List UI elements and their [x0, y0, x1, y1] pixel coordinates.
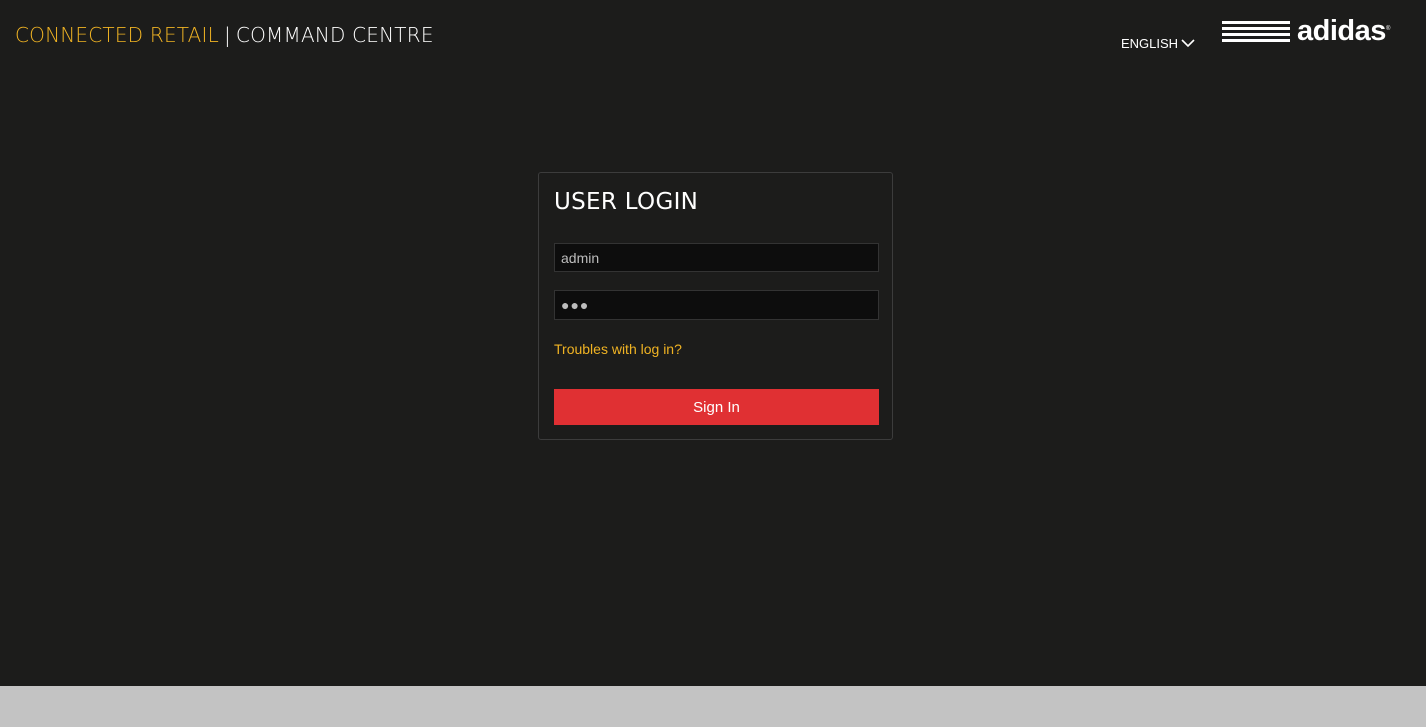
app-title-separator: |: [223, 23, 231, 47]
registered-mark: ®: [1385, 26, 1390, 32]
login-panel: USER LOGIN Troubles with log in? Sign In: [538, 172, 893, 440]
language-label: ENGLISH: [1121, 36, 1179, 51]
app-root: CONNECTED RETAIL | COMMAND CENTRE ENGLISH …: [0, 0, 1426, 686]
app-title-main: COMMAND CENTRE: [235, 23, 434, 47]
login-title: USER LOGIN: [554, 189, 699, 215]
username-input[interactable]: [554, 243, 879, 272]
footer-bar: [0, 686, 1426, 727]
adidas-stripes-icon: [1222, 20, 1290, 42]
sign-in-button[interactable]: Sign In: [554, 389, 879, 425]
app-title-accent: CONNECTED RETAIL: [15, 23, 219, 47]
troubles-login-link[interactable]: Troubles with log in?: [554, 341, 682, 357]
logo-text: adidas: [1297, 15, 1386, 47]
chevron-down-icon: [1181, 39, 1195, 48]
logo-wordmark: adidas ®: [1297, 15, 1390, 47]
language-dropdown[interactable]: ENGLISH: [1121, 36, 1195, 51]
adidas-logo: adidas ®: [1222, 15, 1390, 47]
app-title: CONNECTED RETAIL | COMMAND CENTRE: [15, 23, 434, 47]
password-input[interactable]: [554, 290, 879, 320]
